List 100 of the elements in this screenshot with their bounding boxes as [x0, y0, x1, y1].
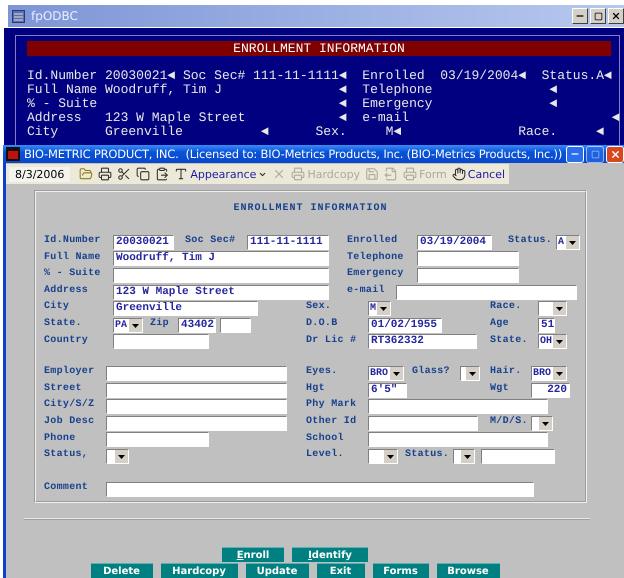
- toolbar-button[interactable]: Cancel: [452, 167, 506, 181]
- date-field[interactable]: 8/3/2006: [9, 166, 70, 182]
- dropdown[interactable]: [106, 448, 129, 464]
- dropdown[interactable]: [453, 448, 475, 464]
- field-label: Soc Sec#: [185, 234, 236, 246]
- field-label: Other Id: [306, 414, 358, 427]
- folder-icon[interactable]: [79, 167, 94, 181]
- text-field[interactable]: [220, 318, 251, 333]
- field-label: D.O.B: [306, 316, 339, 329]
- text-field[interactable]: [113, 334, 209, 350]
- text-field[interactable]: 43402: [178, 318, 216, 333]
- text-field[interactable]: [106, 366, 287, 381]
- field-label: Job Desc: [44, 414, 96, 427]
- text-field[interactable]: Woodruff, Tim J: [113, 251, 329, 266]
- console-text: Telephone: [362, 83, 434, 97]
- action-button[interactable]: Identify: [292, 547, 368, 562]
- maximize-button[interactable]: [590, 8, 606, 24]
- maximize-icon: [594, 12, 602, 20]
- console-text: Id.Number: [27, 69, 98, 83]
- text-field[interactable]: [106, 416, 287, 431]
- text-field[interactable]: 220: [531, 382, 570, 398]
- minimize-button[interactable]: [572, 8, 588, 24]
- dropdown[interactable]: A: [556, 234, 580, 250]
- console-text: ◄: [596, 125, 605, 139]
- printer-icon: [291, 167, 306, 181]
- action-button[interactable]: Delete: [90, 563, 152, 578]
- text-field[interactable]: 123 W Maple Street: [113, 284, 329, 300]
- console-text: Enrolled: [362, 69, 426, 83]
- text-field[interactable]: RT362332: [368, 334, 477, 350]
- field-label: Address: [44, 284, 90, 296]
- minimize-button[interactable]: [566, 146, 584, 162]
- dropdown[interactable]: [460, 366, 480, 381]
- field-label: Wgt: [490, 382, 510, 394]
- action-button[interactable]: Enroll: [222, 547, 284, 562]
- text-field[interactable]: [106, 399, 287, 414]
- text-field[interactable]: [106, 382, 287, 398]
- text-field[interactable]: [106, 432, 209, 448]
- dropdown[interactable]: BRO: [368, 366, 404, 381]
- text-field[interactable]: [368, 432, 548, 448]
- text-field[interactable]: 6'5": [368, 382, 407, 398]
- field-label: Zip: [150, 316, 170, 329]
- clipboard-icon[interactable]: [155, 167, 170, 181]
- field-label: Age: [490, 316, 510, 329]
- field-label: School: [306, 432, 345, 444]
- copy-icon[interactable]: [136, 167, 150, 181]
- dropdown[interactable]: OH: [538, 334, 567, 350]
- text-field[interactable]: [417, 251, 519, 266]
- text-field[interactable]: 51: [538, 318, 555, 333]
- action-button[interactable]: Update: [246, 563, 308, 578]
- text-field[interactable]: 20030021: [113, 234, 174, 250]
- text-field[interactable]: [368, 399, 548, 414]
- text-field[interactable]: [396, 284, 577, 300]
- scissors-icon[interactable]: [117, 167, 132, 181]
- console-text: Sex.: [315, 125, 348, 139]
- field-label: M/D/S.: [490, 414, 529, 427]
- dropdown[interactable]: [368, 448, 398, 464]
- close-button[interactable]: [608, 8, 624, 24]
- field-label: % - Suite: [44, 267, 102, 280]
- dropdown[interactable]: M: [368, 301, 391, 316]
- console-text: Greenville: [104, 125, 184, 139]
- text-field[interactable]: [417, 268, 519, 283]
- field-label: Status.: [405, 448, 450, 460]
- console-text: Soc Sec#: [182, 69, 246, 83]
- text-field[interactable]: 111-11-1111: [247, 234, 329, 250]
- dropdown[interactable]: BRO: [531, 366, 567, 381]
- field-label: Id.Number: [44, 234, 102, 246]
- printer-icon[interactable]: [98, 167, 112, 181]
- dropdown[interactable]: [538, 301, 567, 316]
- console-text: Woodruff, Tim J: [104, 83, 223, 97]
- console-text: ◄: [549, 97, 558, 111]
- console-text: ◄: [338, 83, 348, 97]
- console-text: 20030021◄: [104, 69, 176, 83]
- form-title: ENROLLMENT INFORMATION: [232, 203, 389, 214]
- letter-icon: [174, 167, 188, 181]
- field-label: State.: [44, 316, 83, 329]
- field-label: Hgt: [306, 382, 326, 394]
- text-field[interactable]: [106, 482, 534, 497]
- console-text: Address: [27, 111, 83, 125]
- action-button[interactable]: Browse: [436, 563, 500, 578]
- field-label: Phone: [44, 432, 77, 444]
- action-button[interactable]: Hardcopy: [160, 563, 238, 578]
- field-label: State.: [490, 334, 529, 346]
- text-field[interactable]: [113, 268, 329, 283]
- text-field[interactable]: 03/19/2004: [417, 234, 492, 250]
- field-label: e-mail: [347, 284, 386, 296]
- action-button[interactable]: Exit: [316, 563, 364, 578]
- toolbar-button[interactable]: Appearance: [174, 167, 268, 181]
- text-field[interactable]: [368, 416, 478, 431]
- console-text: Full Name: [27, 83, 98, 97]
- field-label: Emergency: [347, 267, 405, 280]
- text-field[interactable]: 01/02/1955: [368, 318, 442, 333]
- text-field[interactable]: [481, 448, 555, 464]
- text-field[interactable]: Greenville: [113, 301, 258, 316]
- field-label: Telephone: [347, 250, 405, 263]
- app-logo-icon: [6, 147, 20, 161]
- field-label: Level.: [306, 448, 345, 460]
- dropdown[interactable]: PA: [113, 318, 143, 333]
- dropdown[interactable]: [531, 416, 553, 431]
- console-text: 123 W Maple Street: [104, 111, 246, 125]
- action-button[interactable]: Forms: [372, 563, 428, 578]
